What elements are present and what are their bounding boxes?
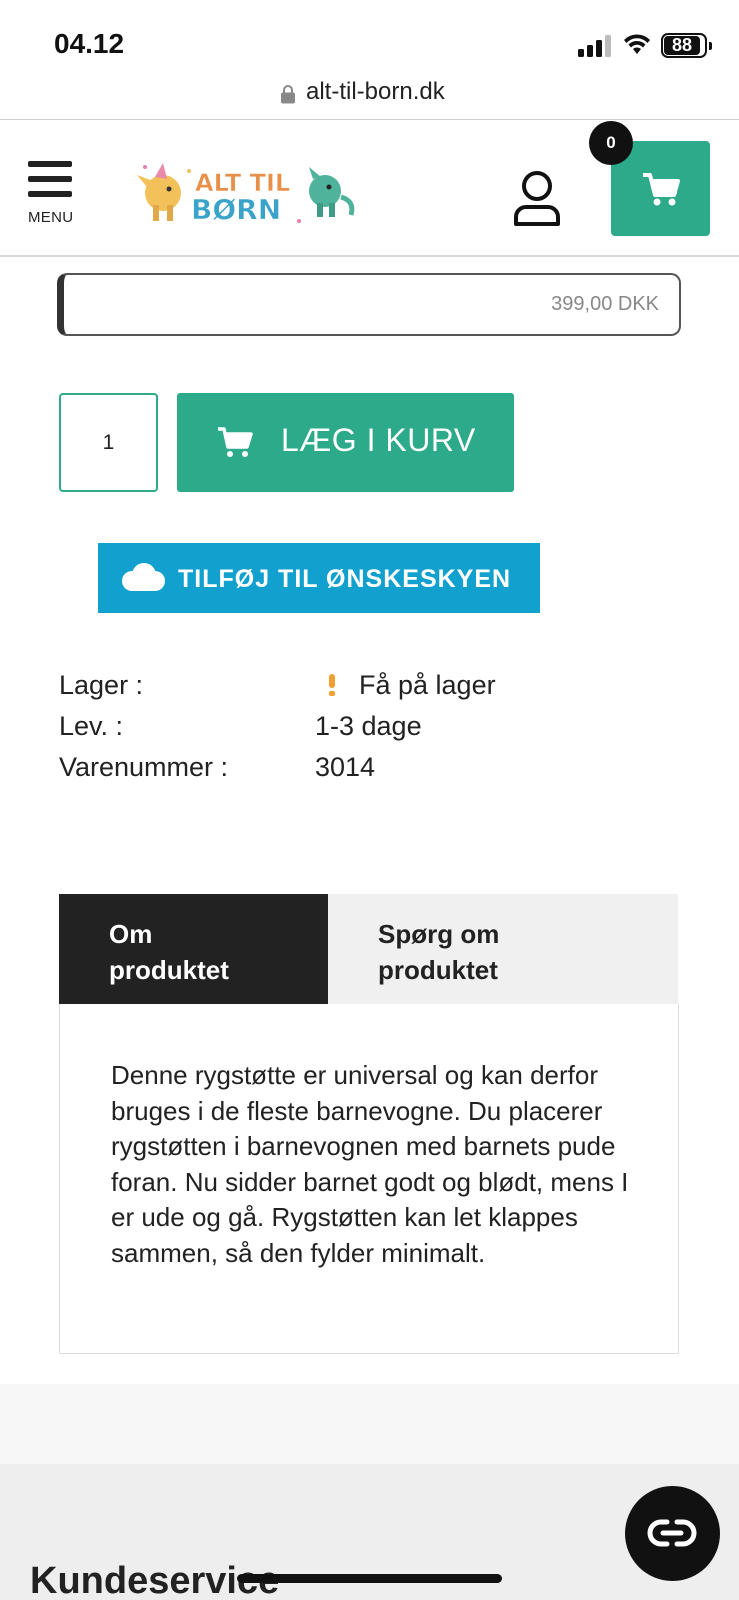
info-label: Varenummer :	[59, 752, 229, 782]
site-logo[interactable]: ALT TIL BØRN	[133, 157, 358, 229]
cart-count-badge[interactable]: 0	[589, 121, 633, 165]
product-price: 399,00 DKK	[551, 293, 659, 315]
signal-icon	[578, 33, 614, 57]
info-value: 3014	[315, 752, 376, 782]
logo-line2: BØRN	[191, 193, 281, 226]
info-row-stock: Lager : Få på lager	[59, 670, 679, 710]
battery-level: 88	[664, 36, 700, 55]
info-row-sku: Varenummer : 3014	[59, 752, 679, 792]
tab-panel-about: Denne rygstøtte er universal og kan derf…	[59, 1004, 679, 1354]
wifi-icon	[624, 34, 650, 54]
footer-spacer	[0, 1384, 739, 1464]
site-header: MENU ALT TIL BØRN 0	[0, 121, 739, 257]
status-bar: 04.12 88	[0, 0, 739, 70]
stock-status: Få på lager	[359, 670, 496, 700]
battery-icon: 88	[661, 33, 712, 58]
product-tabs: Om produktet Spørg om produktet	[59, 894, 678, 1004]
add-to-cart-button[interactable]: LÆG I KURV	[177, 393, 514, 492]
warning-icon	[327, 674, 337, 696]
home-indicator[interactable]	[237, 1574, 502, 1583]
chat-button[interactable]	[625, 1486, 720, 1581]
info-value: 1-3 dage	[315, 711, 422, 741]
add-to-wishlist-button[interactable]: TILFØJ TIL ØNSKESKYEN	[98, 543, 540, 613]
tab-ask-about-product[interactable]: Spørg om produktet	[328, 894, 678, 1004]
product-description: Denne rygstøtte er universal og kan derf…	[111, 1060, 629, 1268]
cart-icon	[643, 173, 680, 206]
quantity-input[interactable]: 1	[59, 393, 158, 492]
tab-about-product[interactable]: Om produktet	[59, 894, 328, 1004]
cart-icon	[218, 427, 253, 457]
menu-icon[interactable]	[28, 161, 74, 201]
cloud-icon	[122, 563, 165, 591]
wishlist-label: TILFØJ TIL ØNSKESKYEN	[178, 565, 512, 593]
lock-icon	[281, 85, 295, 104]
add-to-cart-label: LÆG I KURV	[281, 422, 476, 458]
info-row-delivery: Lev. : 1-3 dage	[59, 711, 679, 751]
account-icon[interactable]	[512, 169, 562, 227]
info-label: Lev. :	[59, 711, 124, 741]
price-box: 399,00 DKK	[57, 273, 681, 336]
url-text[interactable]: alt-til-born.dk	[306, 78, 445, 106]
chat-icon	[647, 1519, 697, 1547]
status-time: 04.12	[54, 28, 125, 59]
address-bar[interactable]: alt-til-born.dk	[0, 70, 739, 120]
menu-label[interactable]: MENU	[28, 209, 73, 226]
info-label: Lager :	[59, 670, 144, 700]
